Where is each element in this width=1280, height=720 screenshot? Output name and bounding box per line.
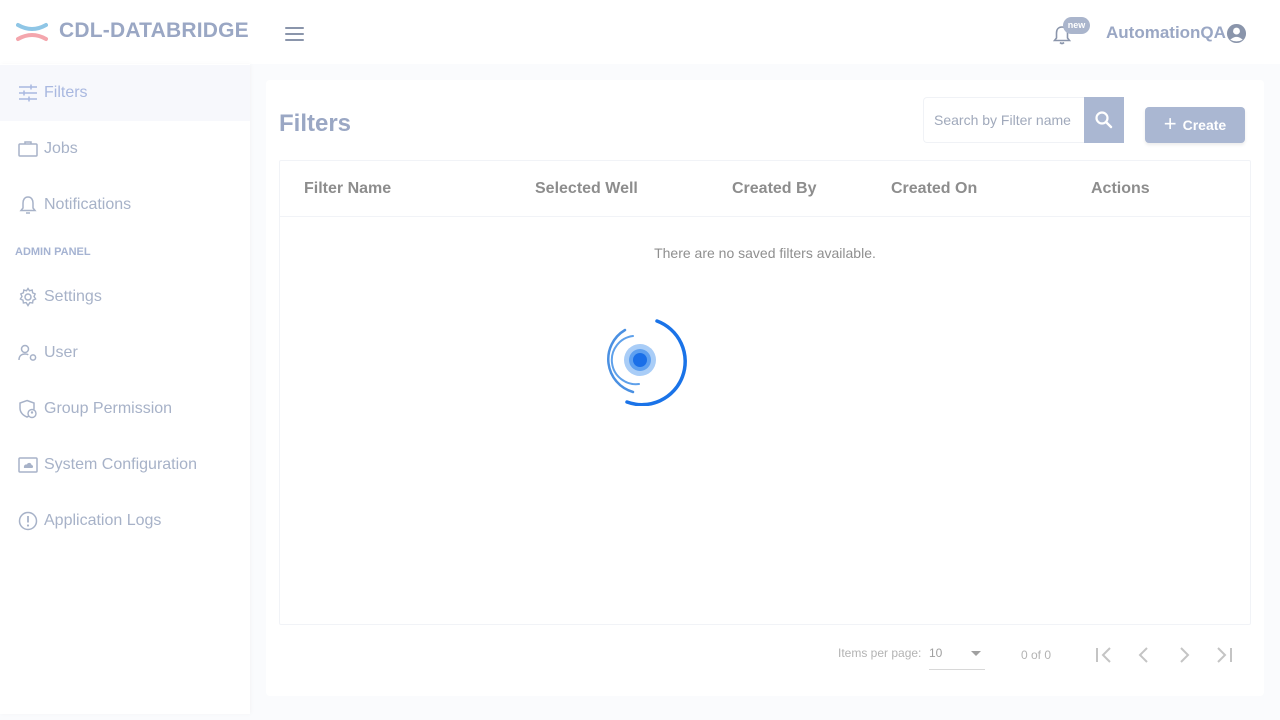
column-header-filter-name[interactable]: Filter Name bbox=[304, 180, 391, 198]
alert-circle-icon bbox=[18, 511, 38, 531]
create-button[interactable]: + Create bbox=[1145, 107, 1245, 143]
sidebar-item-label: Group Permission bbox=[44, 400, 173, 417]
bell-icon bbox=[19, 196, 37, 214]
sidebar-item-label: Application Logs bbox=[44, 512, 162, 529]
search-field[interactable] bbox=[923, 97, 1085, 143]
loading-spinner-icon bbox=[607, 319, 687, 406]
table-header: Filter Name Selected Well Created By Cre… bbox=[280, 161, 1250, 217]
sidebar-item-system-configuration[interactable]: System Configuration bbox=[0, 437, 250, 493]
plus-icon: + bbox=[1163, 111, 1177, 136]
new-badge: new bbox=[1063, 17, 1090, 34]
chevron-down-icon bbox=[971, 651, 981, 656]
admin-panel-heading: ADMIN PANEL bbox=[15, 246, 91, 258]
page-size-select[interactable]: 10 bbox=[929, 642, 985, 670]
sidebar-item-label: Settings bbox=[44, 288, 102, 305]
username[interactable]: AutomationQA bbox=[1106, 23, 1226, 43]
previous-page-icon[interactable] bbox=[1133, 644, 1155, 666]
logo-icon bbox=[16, 23, 48, 41]
user-gear-icon bbox=[18, 344, 37, 361]
account-circle-icon[interactable] bbox=[1226, 23, 1247, 44]
empty-state-message: There are no saved filters available. bbox=[654, 245, 876, 261]
next-page-icon[interactable] bbox=[1173, 644, 1195, 666]
sidebar-item-user[interactable]: User bbox=[0, 325, 250, 381]
search-input[interactable] bbox=[924, 98, 1074, 142]
top-bar: CDL-DATABRIDGE new AutomationQA bbox=[0, 0, 1280, 64]
menu-toggle-icon[interactable] bbox=[285, 27, 304, 42]
column-header-created-on[interactable]: Created On bbox=[891, 180, 977, 198]
last-page-icon[interactable] bbox=[1213, 644, 1235, 666]
search-icon bbox=[1095, 111, 1113, 129]
gear-icon bbox=[19, 287, 37, 307]
cloud-monitor-icon bbox=[18, 457, 38, 473]
filters-table: Filter Name Selected Well Created By Cre… bbox=[279, 160, 1251, 625]
column-header-created-by[interactable]: Created By bbox=[732, 180, 816, 198]
sidebar-item-label: System Configuration bbox=[44, 456, 197, 473]
briefcase-icon bbox=[18, 141, 38, 157]
sidebar-item-settings[interactable]: Settings bbox=[0, 269, 250, 325]
create-button-label: Create bbox=[1182, 117, 1227, 133]
sidebar-item-application-logs[interactable]: Application Logs bbox=[0, 493, 250, 549]
search-button[interactable] bbox=[1084, 97, 1124, 143]
sidebar-item-label: User bbox=[44, 344, 78, 361]
sidebar-item-label: Notifications bbox=[44, 196, 132, 213]
brand-title: CDL-DATABRIDGE bbox=[59, 19, 249, 42]
sidebar-item-label: Filters bbox=[44, 84, 88, 101]
sidebar-item-jobs[interactable]: Jobs bbox=[0, 121, 250, 177]
sidebar-item-notifications[interactable]: Notifications bbox=[0, 177, 250, 233]
sidebar-item-filters[interactable]: Filters bbox=[0, 65, 250, 121]
page-size-value: 10 bbox=[929, 646, 943, 660]
page-range-label: 0 of 0 bbox=[1021, 648, 1052, 662]
column-header-selected-well[interactable]: Selected Well bbox=[535, 180, 638, 198]
first-page-icon[interactable] bbox=[1093, 644, 1115, 666]
sidebar-item-group-permission[interactable]: Group Permission bbox=[0, 381, 250, 437]
sliders-icon bbox=[19, 84, 37, 102]
shield-user-icon bbox=[19, 399, 37, 419]
sidebar: Filters Jobs Notifications ADMIN PANEL S… bbox=[0, 64, 250, 714]
sidebar-item-label: Jobs bbox=[44, 140, 78, 157]
page-title: Filters bbox=[279, 110, 352, 137]
items-per-page-label: Items per page: bbox=[838, 646, 922, 660]
column-header-actions: Actions bbox=[1091, 180, 1150, 197]
